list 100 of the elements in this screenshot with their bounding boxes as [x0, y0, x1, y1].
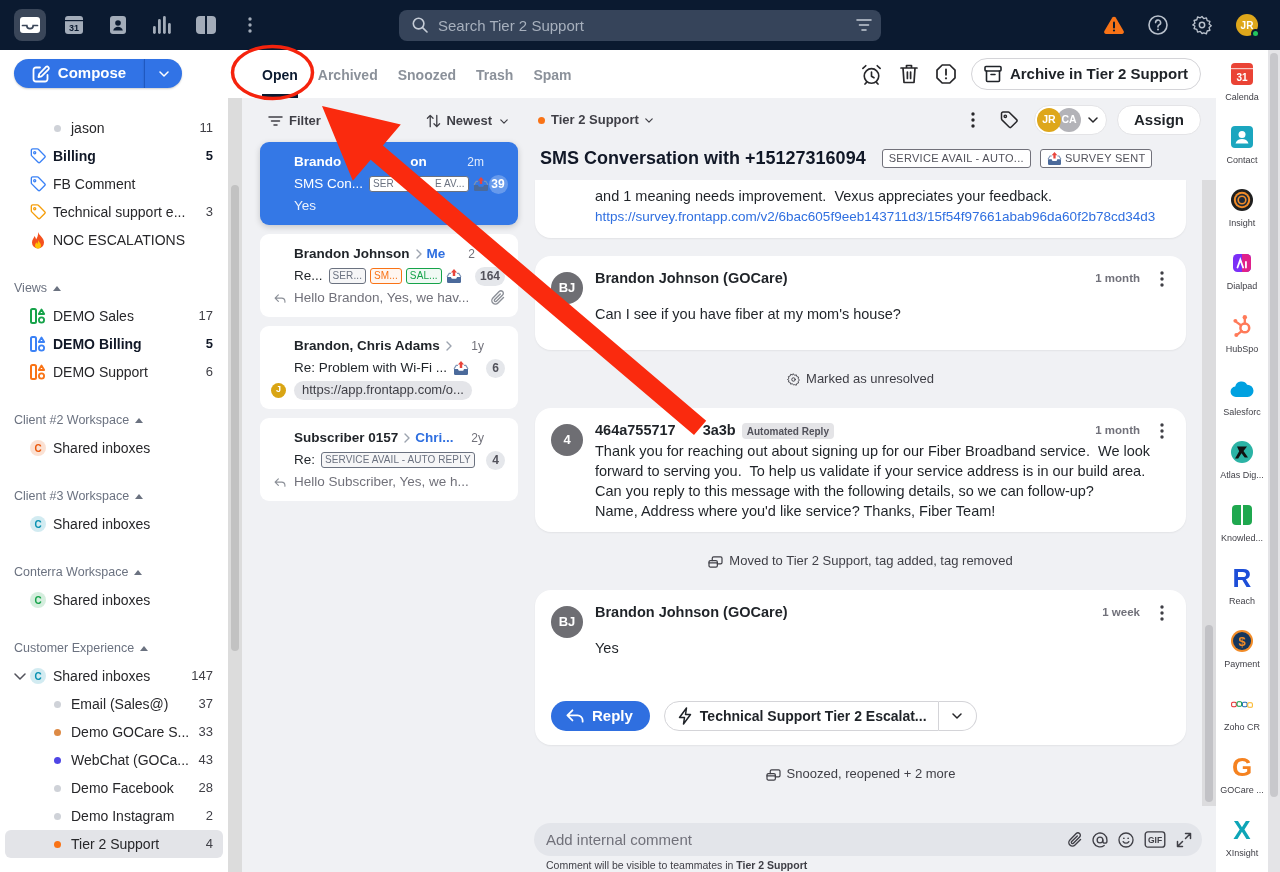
message-count: 6: [486, 358, 505, 378]
logo-letter: R: [1232, 565, 1252, 591]
inbox-selector[interactable]: Tier 2 Support: [538, 110, 653, 130]
compose-button[interactable]: Compose: [14, 59, 144, 88]
conversation-card[interactable]: Brandon, Chris Adams 1y Re: Problem with Wi-Fi ... 6 J https://app.frontapp.com/o...: [260, 326, 518, 409]
macro-button[interactable]: Technical Support Tier 2 Escalat...: [663, 701, 939, 731]
view-item[interactable]: DEMO Support 6: [5, 358, 223, 386]
tag-item[interactable]: NOC ESCALATIONS: [5, 226, 223, 254]
gif-icon[interactable]: GIF: [1144, 831, 1166, 848]
logo-letter: G: [1231, 754, 1253, 780]
reply-arrow-icon: [274, 477, 286, 487]
workspace-item[interactable]: C Shared inboxes 147: [5, 662, 223, 690]
scrollbar-thumb[interactable]: [1205, 625, 1213, 802]
item-count: 3: [204, 203, 213, 222]
app-shortcut[interactable]: Zoho CR: [1216, 680, 1268, 743]
search-field[interactable]: Search Tier 2 Support: [399, 9, 881, 41]
inbox-item[interactable]: Tier 2 Support 4: [5, 830, 223, 858]
inbox-item[interactable]: Demo GOCare S... 33: [5, 718, 223, 746]
section-toggle[interactable]: Views: [0, 274, 66, 302]
warning-icon[interactable]: [1104, 16, 1124, 34]
conversation-card[interactable]: Brandon Johnson Me 2 Re... SER... SM... SAL... 164 Hello Brandon, Yes, we hav...: [260, 234, 518, 317]
tag-item[interactable]: FB Comment: [5, 170, 223, 198]
coin-icon: $: [1231, 630, 1253, 652]
inbox-item[interactable]: Email (Sales@) 37: [5, 690, 223, 718]
search-icon: [412, 17, 428, 33]
app-shortcut[interactable]: Insight: [1216, 176, 1268, 239]
sender-name: Subscriber 0157: [294, 428, 399, 447]
more-icon[interactable]: [1160, 271, 1164, 287]
more-icon[interactable]: [1160, 423, 1164, 439]
workspace-item[interactable]: C Shared inboxes: [5, 586, 223, 614]
tag-item[interactable]: Technical support e... 3: [5, 198, 223, 226]
app-shortcut[interactable]: G GOCare ...: [1216, 743, 1268, 806]
inbox-item[interactable]: WebChat (GOCa... 43: [5, 746, 223, 774]
app-shortcut[interactable]: HubSpo: [1216, 302, 1268, 365]
assign-button[interactable]: Assign: [1117, 105, 1201, 135]
section-toggle[interactable]: Client #2 Workspace: [0, 406, 148, 434]
app-shortcut[interactable]: Contact: [1216, 113, 1268, 176]
app-shortcut[interactable]: X XInsight: [1216, 806, 1268, 869]
sort-button[interactable]: Newest: [426, 111, 508, 131]
automated-reply-badge: Automated Reply: [741, 423, 834, 439]
conversation-card[interactable]: Subscriber 0157 Chri... 2y Re: SERVICE AVAIL - AUTO REPLY 4 Hello Subscriber, Yes, we h...: [260, 418, 518, 501]
outbox-tray-icon: [1046, 151, 1062, 165]
app-shortcut[interactable]: Dialpad: [1216, 239, 1268, 302]
alarm-clock-icon[interactable]: [860, 63, 882, 85]
chevron-down-icon: [644, 117, 653, 123]
flame-icon: [30, 231, 46, 249]
scrollbar-thumb[interactable]: [231, 185, 239, 651]
help-icon[interactable]: [1148, 15, 1168, 35]
tag-icon[interactable]: [1000, 111, 1018, 129]
conversation-tag: SM...: [370, 268, 402, 284]
logo-letter: X: [1233, 817, 1251, 843]
app-shortcut[interactable]: Knowled...: [1216, 491, 1268, 554]
timestamp: 2m: [466, 154, 484, 171]
timestamp: 2: [467, 246, 475, 263]
filter-icon[interactable]: [856, 19, 872, 31]
more-icon[interactable]: [971, 112, 975, 128]
filter-button[interactable]: Filter: [268, 111, 321, 131]
section-toggle[interactable]: Customer Experience: [0, 634, 153, 662]
survey-link[interactable]: https://survey.frontapp.com/v2/6bac605f9eeb143711d3/15f54f97661abab96da60f2b78cd34d3: [595, 206, 1170, 226]
app-shortcut[interactable]: 31 Calenda: [1216, 50, 1268, 113]
settings-icon[interactable]: [1192, 15, 1212, 35]
section-toggle[interactable]: Client #3 Workspace: [0, 482, 148, 510]
calendar-button[interactable]: 31: [58, 9, 90, 41]
macro-menu-button[interactable]: [938, 701, 977, 731]
item-count: 4: [204, 835, 213, 854]
app-shortcut[interactable]: Atlas Dig...: [1216, 428, 1268, 491]
reply-button[interactable]: Reply: [551, 701, 650, 731]
app-shortcut[interactable]: R Reach: [1216, 554, 1268, 617]
compose-menu-button[interactable]: [144, 59, 182, 88]
trash-icon[interactable]: [899, 64, 918, 84]
inbox-item[interactable]: Demo Instagram 2: [5, 802, 223, 830]
expand-icon[interactable]: [1176, 831, 1192, 848]
alert-octagon-icon[interactable]: [935, 64, 956, 84]
more-icon[interactable]: [1160, 605, 1164, 621]
link-preview[interactable]: https://app.frontapp.com/o...: [294, 380, 472, 400]
item-count: 33: [197, 723, 213, 742]
conversation-tag[interactable]: SURVEY SENT: [1039, 148, 1153, 168]
scrollbar-thumb[interactable]: [1270, 53, 1278, 797]
view-item[interactable]: DEMO Billing 5: [5, 330, 223, 358]
recipient-name: Me: [426, 244, 446, 263]
archive-button[interactable]: Archive in Tier 2 Support: [970, 58, 1201, 90]
at-sign-icon[interactable]: [1092, 831, 1108, 848]
inbox-item[interactable]: Demo Facebook 28: [5, 774, 223, 802]
sender-name: Brandon Johnson: [294, 244, 410, 263]
smiley-icon[interactable]: [1118, 831, 1134, 848]
app-shortcut[interactable]: $ Payment: [1216, 617, 1268, 680]
workspace-item[interactable]: C Shared inboxes: [5, 434, 223, 462]
chevron-down-icon[interactable]: [14, 672, 26, 680]
paperclip-icon[interactable]: [1068, 831, 1082, 848]
view-item[interactable]: DEMO Sales 17: [5, 302, 223, 330]
section-toggle[interactable]: Conterra Workspace: [0, 558, 147, 586]
timestamp: 1 week: [1102, 605, 1140, 621]
inbox-item[interactable]: jason 11: [5, 114, 223, 142]
tag-item[interactable]: Billing 5: [5, 142, 223, 170]
panels-icon: [196, 16, 216, 34]
inbox-button[interactable]: [14, 9, 46, 41]
conversation-tag[interactable]: SERVICE AVAIL - AUTO...: [881, 148, 1031, 168]
item-count: 5: [204, 147, 213, 166]
workspace-item[interactable]: C Shared inboxes: [5, 510, 223, 538]
app-shortcut[interactable]: Salesforc: [1216, 365, 1268, 428]
